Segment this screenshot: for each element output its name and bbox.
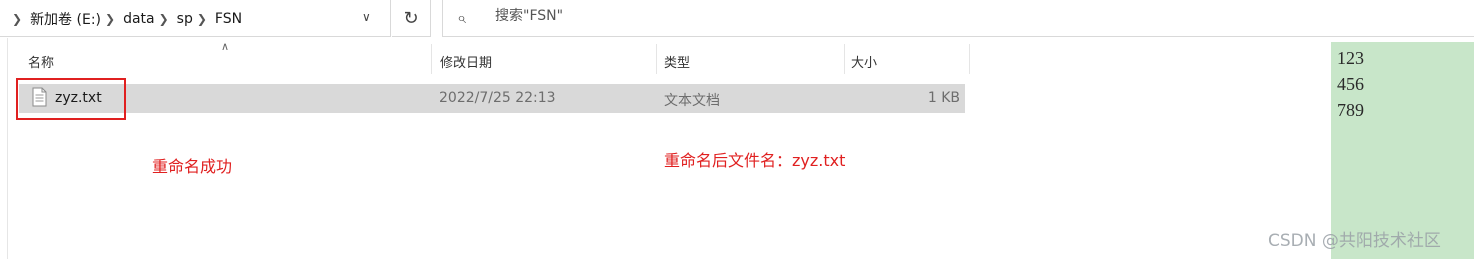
breadcrumb: ❯ 新加卷 (E:) ❯ data ❯ sp ❯ FSN	[8, 9, 242, 29]
breadcrumb-fsn[interactable]: FSN	[215, 11, 242, 27]
file-row[interactable]: zyz.txt 2022/7/25 22:13 文本文档 1 KB	[19, 84, 965, 113]
search-input[interactable]	[493, 7, 1097, 25]
preview-line: 123	[1337, 48, 1364, 68]
column-divider[interactable]	[844, 44, 845, 74]
column-header-name[interactable]: 名称	[28, 52, 54, 71]
file-size: 1 KB	[927, 90, 960, 106]
file-modified: 2022/7/25 22:13	[439, 90, 556, 106]
breadcrumb-drive[interactable]: 新加卷 (E:)	[30, 9, 101, 29]
chevron-right-icon[interactable]: ❯	[159, 12, 169, 26]
breadcrumb-data[interactable]: data	[123, 11, 155, 27]
chevron-right-icon[interactable]: ❯	[12, 12, 22, 26]
search-icon: ⌕	[457, 8, 466, 27]
refresh-button[interactable]: ↻	[392, 0, 431, 37]
highlight-box	[16, 78, 126, 120]
column-header-size[interactable]: 大小	[851, 52, 877, 71]
top-bar: ❯ 新加卷 (E:) ❯ data ❯ sp ❯ FSN ∨ ↻ ⌕	[0, 0, 1474, 38]
column-divider[interactable]	[969, 44, 970, 74]
address-bar[interactable]: ❯ 新加卷 (E:) ❯ data ❯ sp ❯ FSN ∨	[0, 0, 391, 37]
file-type: 文本文档	[664, 93, 720, 109]
breadcrumb-sp[interactable]: sp	[177, 11, 193, 27]
search-box[interactable]: ⌕	[442, 0, 1474, 37]
annotation-renamed-filename: 重命名后文件名：zyz.txt	[664, 151, 846, 170]
column-header-type[interactable]: 类型	[664, 52, 690, 71]
sort-ascending-icon: ∧	[221, 40, 230, 53]
chevron-right-icon[interactable]: ❯	[197, 12, 207, 26]
column-header-modified[interactable]: 修改日期	[440, 52, 492, 71]
pane-divider	[7, 38, 8, 259]
watermark: CSDN @共阳技术社区	[1268, 231, 1441, 251]
chevron-right-icon[interactable]: ❯	[105, 12, 115, 26]
column-divider[interactable]	[656, 44, 657, 74]
chevron-down-icon[interactable]: ∨	[362, 10, 371, 24]
annotation-rename-success: 重命名成功	[152, 157, 233, 176]
column-divider[interactable]	[431, 44, 432, 74]
preview-line: 789	[1337, 100, 1364, 120]
preview-line: 456	[1337, 74, 1364, 94]
refresh-icon: ↻	[403, 7, 419, 29]
